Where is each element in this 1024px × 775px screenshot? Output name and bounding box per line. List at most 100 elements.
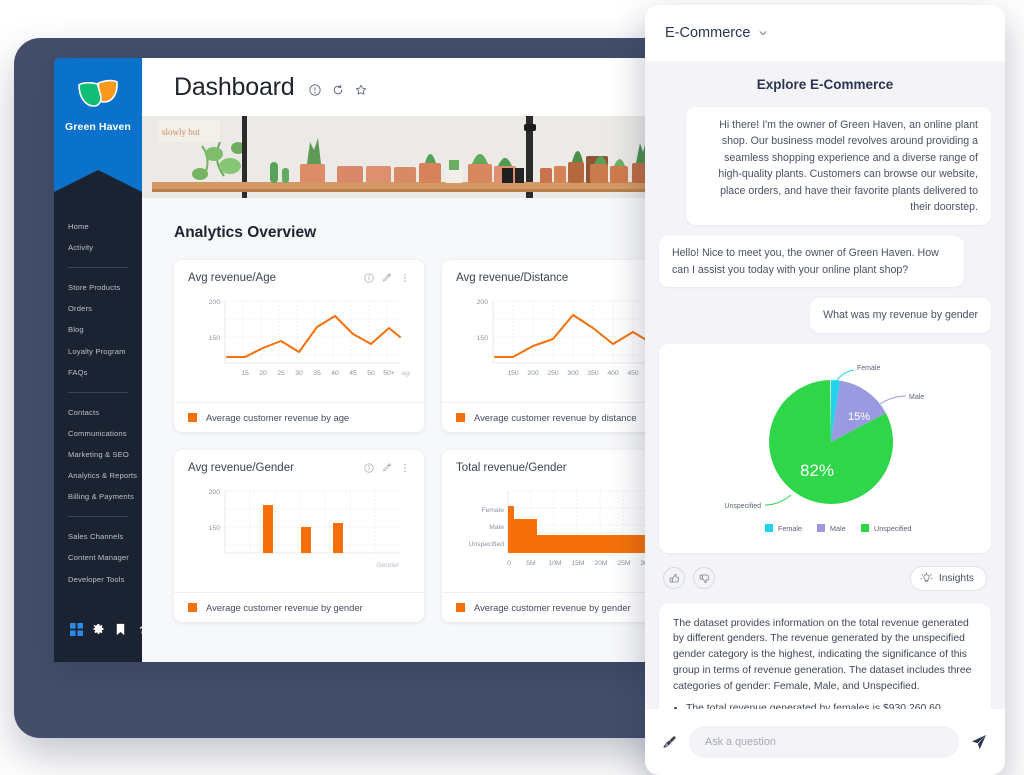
sidebar-item-developer-tools[interactable]: Developer Tools bbox=[68, 569, 142, 590]
analytics-area: Analytics Overview Avg revenue/Age 200 1… bbox=[142, 198, 694, 622]
svg-text:25: 25 bbox=[277, 370, 285, 377]
sidebar-item-communications[interactable]: Communications bbox=[68, 423, 142, 444]
chat-message-assistant: Hello! Nice to meet you, the owner of Gr… bbox=[659, 236, 964, 288]
sidebar-group-1: Home Activity bbox=[68, 216, 142, 258]
broom-icon[interactable] bbox=[661, 733, 679, 751]
svg-text:15%: 15% bbox=[848, 411, 870, 423]
bar-chart-gender: 200 150 Gender bbox=[209, 489, 400, 569]
svg-text:Female: Female bbox=[778, 524, 802, 533]
thumbs-up-button[interactable] bbox=[663, 567, 685, 590]
card-title: Avg revenue/Distance bbox=[456, 272, 569, 284]
svg-text:20M: 20M bbox=[594, 560, 608, 567]
card-legend: Average customer revenue by age bbox=[174, 402, 424, 432]
sidebar-item-orders[interactable]: Orders bbox=[68, 298, 142, 319]
card-legend: Average customer revenue by gender bbox=[174, 592, 424, 622]
more-icon[interactable] bbox=[400, 463, 410, 473]
chart-avg-revenue-age: 200 150 15 20 25 30 35 40 45 50 50+ ag bbox=[188, 293, 413, 402]
info-icon[interactable] bbox=[364, 463, 374, 473]
svg-text:200: 200 bbox=[209, 299, 221, 306]
card-title: Avg revenue/Age bbox=[188, 272, 277, 284]
svg-text:Female: Female bbox=[481, 507, 504, 514]
sidebar-item-home[interactable]: Home bbox=[68, 216, 142, 237]
card-title: Total revenue/Gender bbox=[456, 462, 567, 474]
answer-bullet-list: The total revenue generated by females i… bbox=[686, 701, 977, 709]
sidebar-item-marketing-seo[interactable]: Marketing & SEO bbox=[68, 444, 142, 465]
line-chart-age: 200 150 15 20 25 30 35 40 45 50 50+ ag bbox=[209, 299, 413, 377]
sidebar-item-analytics-reports[interactable]: Analytics & Reports bbox=[68, 465, 142, 486]
svg-text:slowly but: slowly but bbox=[162, 127, 200, 137]
edit-icon[interactable] bbox=[382, 273, 392, 283]
thumbs-down-icon bbox=[699, 574, 709, 583]
brand-logo-block[interactable]: Green Haven bbox=[54, 58, 142, 192]
svg-text:200: 200 bbox=[527, 370, 539, 377]
chat-message-user-query: What was my revenue by gender bbox=[810, 298, 991, 333]
legend-swatch bbox=[188, 413, 197, 422]
svg-text:45: 45 bbox=[349, 370, 357, 377]
gear-icon[interactable] bbox=[92, 623, 105, 636]
chat-pie-chart-card: Female Male Unspecified 15% 82% Female M… bbox=[659, 343, 991, 553]
send-icon[interactable] bbox=[969, 732, 989, 752]
feedback-buttons bbox=[663, 567, 715, 590]
browser-window: Green Haven Home Activity Store Products… bbox=[54, 58, 694, 662]
explore-title: Explore E-Commerce bbox=[756, 77, 894, 92]
chat-input-bar bbox=[645, 709, 1005, 775]
thumbs-up-icon bbox=[669, 573, 679, 583]
svg-text:10M: 10M bbox=[548, 560, 562, 567]
star-icon[interactable] bbox=[355, 84, 367, 96]
info-icon[interactable] bbox=[364, 273, 374, 283]
sidebar-item-loyalty-program[interactable]: Loyalty Program bbox=[68, 341, 142, 362]
svg-text:35: 35 bbox=[313, 370, 321, 377]
sidebar-item-contacts[interactable]: Contacts bbox=[68, 402, 142, 423]
svg-text:Unspecified: Unspecified bbox=[468, 541, 504, 548]
svg-text:150: 150 bbox=[477, 335, 489, 342]
legend-swatch bbox=[456, 413, 465, 422]
svg-text:age: age bbox=[401, 370, 410, 377]
svg-text:400: 400 bbox=[607, 370, 619, 377]
sidebar-item-content-manager[interactable]: Content Manager bbox=[68, 547, 142, 568]
svg-text:5M: 5M bbox=[526, 560, 536, 567]
brand-name: Green Haven bbox=[65, 121, 131, 133]
thumbs-down-button[interactable] bbox=[693, 567, 715, 590]
chevron-down-icon[interactable] bbox=[758, 28, 768, 38]
card-avg-revenue-age: Avg revenue/Age 200 150 15 20 25 30 35 4… bbox=[174, 260, 424, 432]
card-actions bbox=[364, 273, 410, 283]
sidebar-item-sales-channels[interactable]: Sales Channels bbox=[68, 526, 142, 547]
insights-button[interactable]: Insights bbox=[909, 565, 987, 591]
svg-text:Gender: Gender bbox=[376, 562, 399, 569]
svg-text:15M: 15M bbox=[571, 560, 585, 567]
green-haven-leaf-icon bbox=[78, 79, 118, 107]
svg-text:150: 150 bbox=[209, 525, 221, 532]
sidebar-item-billing-payments[interactable]: Billing & Payments bbox=[68, 486, 142, 507]
sidebar-item-blog[interactable]: Blog bbox=[68, 319, 142, 340]
pie-chart-revenue-by-gender: Female Male Unspecified 15% 82% Female M… bbox=[724, 365, 924, 533]
ask-question-input[interactable] bbox=[689, 726, 959, 758]
refresh-icon[interactable] bbox=[332, 84, 344, 96]
insights-label: Insights bbox=[938, 572, 974, 584]
more-icon[interactable] bbox=[400, 273, 410, 283]
legend-label: Average customer revenue by gender bbox=[206, 602, 363, 613]
edit-icon[interactable] bbox=[382, 463, 392, 473]
sidebar-divider bbox=[68, 516, 128, 518]
answer-bullet: The total revenue generated by females i… bbox=[686, 701, 977, 709]
info-icon[interactable] bbox=[308, 83, 321, 96]
card-header: Avg revenue/Age bbox=[188, 272, 410, 284]
sidebar-nav: Home Activity Store Products Orders Blog… bbox=[54, 216, 142, 590]
sidebar-item-faqs[interactable]: FAQs bbox=[68, 362, 142, 383]
svg-text:250: 250 bbox=[547, 370, 559, 377]
chat-message-user: Hi there! I'm the owner of Green Haven, … bbox=[686, 107, 991, 226]
grid-icon[interactable] bbox=[70, 623, 83, 636]
svg-text:Unspecified: Unspecified bbox=[874, 524, 912, 533]
assistant-chat-panel: E-Commerce Explore E-Commerce Hi there! … bbox=[645, 5, 1005, 775]
svg-text:150: 150 bbox=[209, 335, 221, 342]
svg-text:Male: Male bbox=[489, 524, 504, 531]
sidebar-item-store-products[interactable]: Store Products bbox=[68, 277, 142, 298]
legend-swatch bbox=[188, 603, 197, 612]
sidebar: Green Haven Home Activity Store Products… bbox=[54, 58, 146, 662]
svg-text:0: 0 bbox=[507, 560, 511, 567]
bookmark-icon[interactable] bbox=[114, 623, 127, 636]
sidebar-item-activity[interactable]: Activity bbox=[68, 237, 142, 258]
chart-avg-revenue-gender: 200 150 Gender bbox=[188, 483, 410, 592]
svg-text:Male: Male bbox=[909, 394, 924, 401]
card-actions bbox=[364, 463, 410, 473]
feedback-row: Insights bbox=[659, 564, 991, 593]
